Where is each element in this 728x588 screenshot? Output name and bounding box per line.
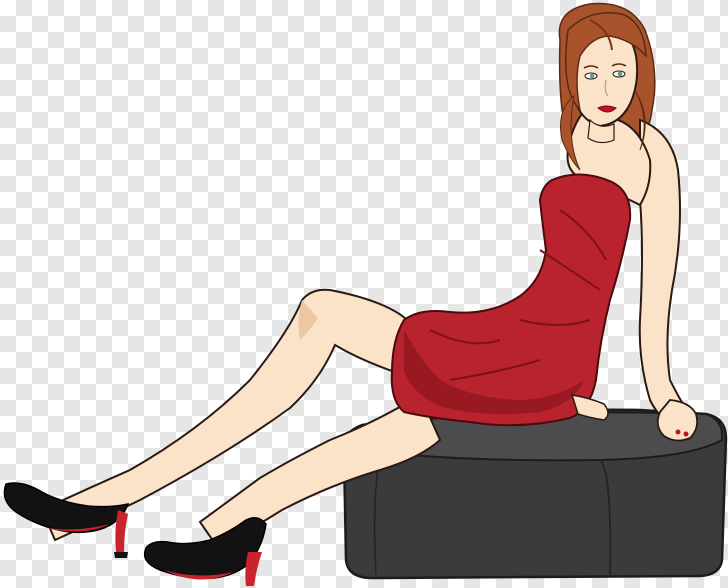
illustration — [0, 0, 728, 588]
image-canvas — [0, 0, 728, 588]
